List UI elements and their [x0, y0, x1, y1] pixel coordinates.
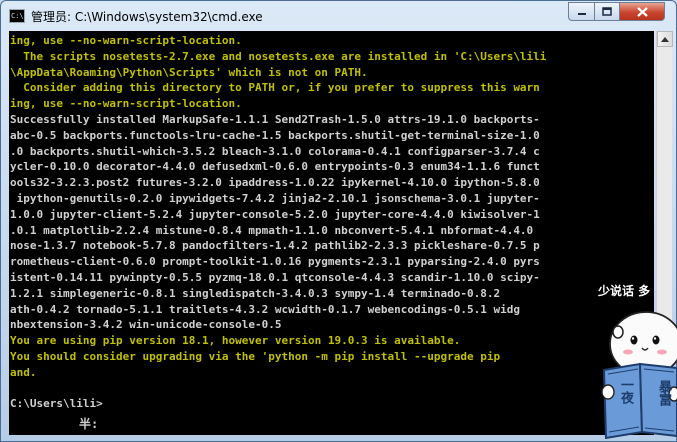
ghost-reading-book-sticker — [601, 311, 677, 440]
console-line: and. — [10, 365, 37, 379]
maximize-button[interactable] — [594, 2, 620, 21]
minimize-button[interactable] — [568, 2, 595, 21]
console-line: You are using pip version 18.1, however … — [10, 334, 461, 348]
title-bar[interactable]: C:\ 管理员: C:\Windows\system32\cmd.exe — [1, 1, 676, 31]
console-line: 1.0.0 jupyter-client-5.2.4 jupyter-conso… — [10, 207, 540, 221]
console-line: Successfully installed MarkupSafe-1.1.1 … — [10, 112, 540, 126]
minimize-icon — [577, 12, 586, 15]
console-line: \AppData\Roaming\Python\Scripts' which i… — [10, 65, 368, 79]
cmd-window: C:\ 管理员: C:\Windows\system32\cmd.exe ing… — [0, 0, 677, 442]
console-line: 1.2.1 simplegeneric-0.8.1 singledispatch… — [10, 286, 501, 300]
scroll-up-arrow-icon — [661, 37, 669, 42]
console-line: ools32-3.2.3.post2 futures-3.2.0 ipaddre… — [10, 176, 540, 190]
book-cover-text-right: 暴富 — [656, 380, 671, 406]
console-line: You should consider upgrading via the 'p… — [10, 349, 501, 363]
console-line: The scripts nosetests-2.7.exe and nosete… — [10, 49, 547, 63]
console-line: ing, use --no-warn-script-location. — [10, 97, 242, 111]
close-button[interactable] — [619, 2, 665, 21]
console-line: ipython-genutils-0.2.0 ipywidgets-7.4.2 … — [10, 191, 540, 205]
sticker-caption: 少说话 多 — [598, 284, 651, 298]
scroll-up-button[interactable] — [657, 31, 673, 47]
console-line: C:\Users\lili> — [10, 397, 103, 411]
sticker-overlay: 少说话 多 一夜 暴富 — [596, 282, 677, 442]
console-line: .0 backports.shutil-which-3.5.2 bleach-3… — [10, 144, 540, 158]
console-text: ing, use --no-warn-script-location. The … — [10, 33, 546, 412]
console-line: nose-1.3.7 notebook-5.7.8 pandocfilters-… — [10, 239, 540, 253]
console-output-area[interactable]: ing, use --no-warn-script-location. The … — [9, 31, 654, 435]
console-line: ing, use --no-warn-script-location. — [10, 34, 242, 47]
cmd-icon[interactable]: C:\ — [9, 9, 25, 23]
book-cover-text-left: 一夜 — [618, 378, 633, 404]
console-line: .0.1 matplotlib-2.2.4 mistune-0.8.4 mpma… — [10, 223, 534, 237]
console-line: nbextension-3.4.2 win-unicode-console-0.… — [10, 318, 282, 332]
ime-status: 半: — [79, 417, 99, 431]
close-icon — [636, 6, 648, 17]
console-line: abc-0.5 backports.functools-lru-cache-1.… — [10, 128, 540, 142]
maximize-icon — [602, 7, 612, 16]
console-line: rometheus-client-0.6.0 prompt-toolkit-1.… — [10, 255, 540, 269]
console-line: istent-0.14.11 pywinpty-0.5.5 pyzmq-18.0… — [10, 270, 540, 284]
window-title: 管理员: C:\Windows\system32\cmd.exe — [31, 10, 263, 24]
console-line: ycler-0.10.0 decorator-4.4.0 defusedxml-… — [10, 160, 540, 174]
console-line: Consider adding this directory to PATH o… — [10, 81, 540, 95]
console-line: ath-0.4.2 tornado-5.1.1 traitlets-4.3.2 … — [10, 302, 520, 316]
